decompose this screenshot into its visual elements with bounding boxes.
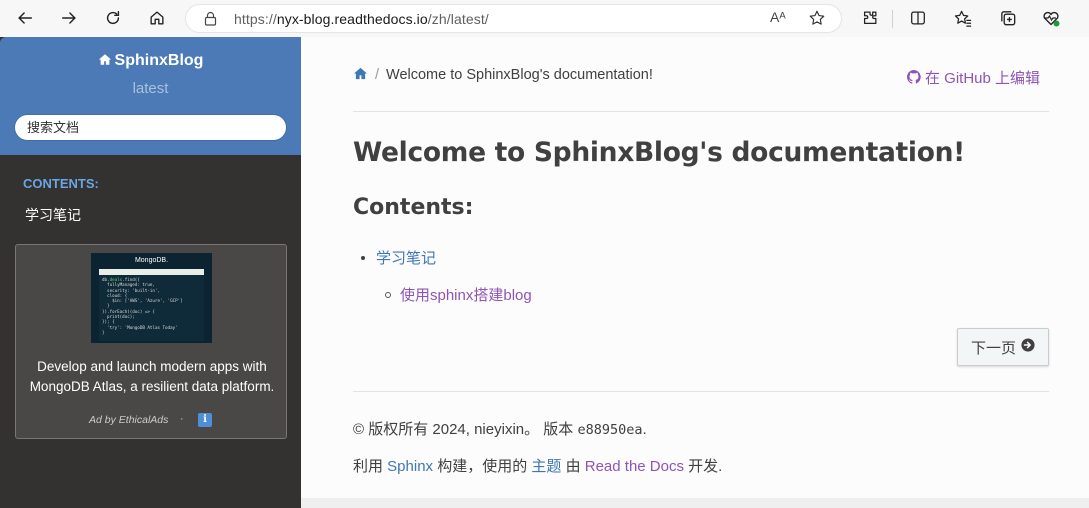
toolbar-divider — [892, 10, 893, 28]
toc-list-item: 学习笔记 — [361, 247, 436, 268]
url-text: https://nyx-blog.readthedocs.io/zh/lates… — [234, 11, 489, 27]
edit-on-github-link[interactable]: 在 GitHub 上编辑 — [906, 67, 1040, 88]
brand-name: SphinxBlog — [114, 52, 204, 69]
copyright-line: © 版权所有 2024, nieyixin。 版本 e88950ea. — [353, 421, 647, 438]
revision-code: e88950ea — [577, 422, 643, 438]
info-icon[interactable]: i — [198, 413, 212, 427]
built-with-line: 利用 Sphinx 构建，使用的 主题 由 Read the Docs 开发. — [353, 458, 723, 475]
home-icon — [98, 53, 112, 71]
breadcrumb-separator: / — [375, 67, 380, 83]
split-screen-icon[interactable] — [908, 8, 928, 28]
collections-icon[interactable] — [998, 8, 1018, 28]
breadcrumb-current: Welcome to SphinxBlog's documentation! — [386, 67, 653, 83]
footer-divider — [353, 391, 1049, 392]
arrow-left-icon — [18, 12, 33, 24]
ad-attribution[interactable]: Ad by EthicalAds — [89, 414, 168, 426]
home-icon[interactable] — [353, 67, 368, 84]
toc-list-subitem: 使用sphinx搭建blog — [385, 284, 532, 305]
theme-link[interactable]: 主题 — [531, 458, 561, 475]
refresh-icon — [106, 10, 120, 25]
brand-link[interactable]: SphinxBlog — [0, 52, 301, 71]
refresh-button[interactable] — [102, 7, 124, 29]
home-icon — [150, 11, 164, 25]
back-button[interactable] — [14, 7, 36, 29]
arrow-right-icon — [61, 12, 76, 24]
ad-text[interactable]: Develop and launch modern apps with Mongo… — [16, 357, 288, 397]
arrow-circle-right-icon — [1021, 338, 1035, 356]
mongodb-logo: MongoDB. — [134, 257, 169, 264]
header-divider — [353, 111, 1049, 112]
sphinx-link[interactable]: Sphinx — [387, 458, 433, 475]
toc-link-notes[interactable]: 学习笔记 — [376, 250, 436, 267]
favorite-star-icon[interactable] — [808, 9, 826, 32]
read-the-docs-link[interactable]: Read the Docs — [585, 458, 684, 475]
address-bar[interactable]: https://nyx-blog.readthedocs.io/zh/lates… — [185, 4, 842, 33]
version-label: latest — [132, 80, 169, 97]
favorites-icon[interactable] — [953, 8, 973, 28]
toc-caption: CONTENTS: — [23, 176, 99, 191]
contents-heading: Contents: — [353, 195, 474, 220]
page-bottom-strip — [301, 498, 1089, 508]
home-button[interactable] — [146, 7, 168, 29]
browser-toolbar: https://nyx-blog.readthedocs.io/zh/lates… — [0, 0, 1089, 37]
bullet-icon — [361, 256, 365, 260]
lock-icon — [204, 11, 217, 31]
ad-image[interactable]: MongoDB. db.deals.find({ fullyManaged: t… — [91, 253, 212, 343]
sidebar-header: SphinxBlog latest — [0, 37, 301, 155]
read-aloud-icon[interactable]: Aᴬ — [770, 9, 786, 25]
browser-essentials-icon[interactable] — [1041, 8, 1061, 28]
main-content: / Welcome to SphinxBlog's documentation! … — [301, 37, 1089, 498]
breadcrumb: / Welcome to SphinxBlog's documentation! — [353, 67, 653, 84]
ad-card[interactable]: MongoDB. db.deals.find({ fullyManaged: t… — [15, 244, 287, 439]
search-input[interactable] — [14, 114, 287, 141]
extensions-icon[interactable] — [860, 8, 880, 28]
next-page-button[interactable]: 下一页 — [957, 328, 1049, 366]
ad-separator: · — [180, 413, 184, 425]
sidebar-item-notes[interactable]: 学习笔记 — [25, 205, 81, 225]
circle-bullet-icon — [385, 292, 391, 298]
toc-link-sphinx-blog[interactable]: 使用sphinx搭建blog — [400, 287, 532, 304]
forward-button[interactable] — [58, 7, 80, 29]
github-icon — [906, 70, 921, 88]
page-title: Welcome to SphinxBlog's documentation! — [353, 137, 965, 168]
ad-code-illustration: db.deals.find({ fullyManaged: true, secu… — [99, 269, 204, 341]
next-page-label: 下一页 — [970, 339, 1016, 357]
sidebar: SphinxBlog latest CONTENTS: 学习笔记 MongoDB… — [0, 37, 301, 508]
